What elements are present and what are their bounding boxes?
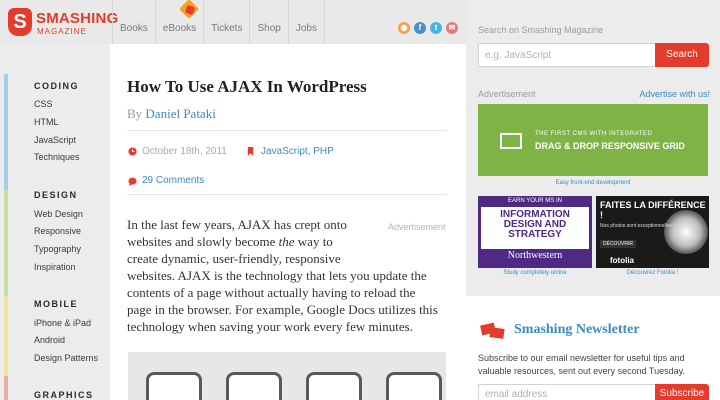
body-line: contents of a page without actually havi… (127, 285, 416, 300)
sidebar-item-design-patterns[interactable]: Design Patterns (34, 353, 98, 363)
advertise-link[interactable]: Advertise with us! (639, 89, 710, 99)
logo-name: SMASHING (36, 10, 119, 27)
design-stripe (4, 190, 8, 296)
category-sidebar: CODING CSS HTML JavaScript Techniques DE… (0, 44, 110, 400)
nw-banner-mid: INFORMATION DESIGN AND STRATEGY (481, 207, 589, 249)
article-date: October 18th, 2011 (142, 146, 227, 157)
sidebar-item-android[interactable]: Android (34, 335, 65, 345)
sidebar-item-inspiration[interactable]: Inspiration (34, 262, 76, 272)
rss-icon[interactable]: ◉ (398, 22, 410, 34)
mobile-stripe (4, 296, 8, 376)
graphics-stripe (4, 376, 8, 400)
newsletter-box: Smashing Newsletter Subscribe to our ema… (466, 296, 720, 400)
smashing-logo[interactable]: S SMASHING MAGAZINE (8, 8, 118, 40)
nav-shop[interactable]: Shop (249, 0, 287, 44)
sidebar-item-css[interactable]: CSS (34, 99, 53, 109)
sidebar-item-javascript[interactable]: JavaScript (34, 135, 76, 145)
fotolia-banner-ad[interactable]: FAITES LA DIFFÉRENCE ! Nos photos sont e… (596, 196, 709, 268)
email-icon[interactable]: ✉ (446, 22, 458, 34)
comment-icon (128, 177, 137, 186)
search-input[interactable]: e.g. JavaScript (478, 43, 656, 67)
illustration-block (226, 372, 282, 400)
search-label: Search on Smashing Magazine (478, 25, 604, 35)
cms-banner-caption[interactable]: Easy front-end development (478, 180, 708, 186)
illustration-block (306, 372, 362, 400)
article-tags[interactable]: JavaScript, PHP (261, 146, 334, 157)
article-byline: By Daniel Pataki (127, 106, 216, 122)
group-title-coding[interactable]: CODING (34, 81, 79, 91)
fotolia-headline: FAITES LA DIFFÉRENCE ! (600, 200, 706, 220)
cms-banner-ad[interactable]: THE FIRST CMS WITH INTEGRATED DRAG & DRO… (478, 104, 708, 176)
author-link[interactable]: Daniel Pataki (145, 106, 215, 121)
northwestern-banner-ad[interactable]: EARN YOUR MS IN INFORMATION DESIGN AND S… (478, 196, 592, 268)
fotolia-sub: Nos photos sont exceptionnelles ! (600, 223, 675, 229)
article-title: How To Use AJAX In WordPress (127, 77, 367, 96)
newsletter-description: Subscribe to our email newsletter for us… (478, 353, 685, 376)
body-line: websites and slowly become the way to (127, 234, 333, 249)
body-line: websites. AJAX is the technology that le… (127, 268, 427, 283)
group-title-design[interactable]: DESIGN (34, 190, 78, 200)
ad-label: Advertisement (478, 89, 536, 99)
nw-banner-top: EARN YOUR MS IN (508, 198, 562, 204)
article-body: In the last few years, AJAX has crept on… (127, 216, 451, 335)
sidebar-item-techniques[interactable]: Techniques (34, 152, 80, 162)
nav-tickets[interactable]: Tickets (203, 0, 249, 44)
nav-jobs[interactable]: Jobs (287, 0, 325, 44)
sidebar-item-responsive[interactable]: Responsive (34, 226, 81, 236)
sidebar-item-typography[interactable]: Typography (34, 244, 81, 254)
comments-link[interactable]: 29 Comments (142, 175, 204, 186)
byline-prefix: By (127, 106, 143, 121)
sidebar-item-html[interactable]: HTML (34, 117, 59, 127)
fotolia-brand: fotolia (610, 256, 634, 265)
article-illustration (128, 352, 446, 400)
group-title-graphics[interactable]: GRAPHICS (34, 390, 94, 400)
cms-banner-big: DRAG & DROP RESPONSIVE GRID (535, 141, 685, 151)
bookmark-icon (247, 147, 254, 156)
cms-grid-icon (500, 133, 522, 149)
illustration-block (386, 372, 442, 400)
twitter-icon[interactable]: t (430, 22, 442, 34)
main-nav: Books eBooks Tickets Shop Jobs (112, 0, 325, 44)
subscribe-button[interactable]: Subscribe (655, 384, 709, 400)
fotolia-discover-button[interactable]: DÉCOUVRIR (600, 240, 637, 248)
article-main: How To Use AJAX In WordPress By Daniel P… (110, 44, 466, 400)
nav-books[interactable]: Books (112, 0, 155, 44)
facebook-icon[interactable]: f (414, 22, 426, 34)
search-button[interactable]: Search (655, 43, 709, 67)
clock-icon (128, 147, 137, 156)
social-links: ◉ f t ✉ (398, 22, 458, 34)
fotolia-banner-caption[interactable]: Découvrez Fotolia ! (596, 270, 709, 276)
body-line: technology when saving your work every f… (127, 319, 413, 334)
body-line: create dynamic, user-friendly, responsiv… (127, 251, 341, 266)
sidebar-item-web-design[interactable]: Web Design (34, 209, 83, 219)
group-title-mobile[interactable]: MOBILE (34, 299, 78, 309)
illustration-block (146, 372, 202, 400)
newsletter-email-input[interactable]: email address (478, 384, 656, 400)
cms-banner-small: THE FIRST CMS WITH INTEGRATED (535, 131, 653, 137)
envelope-icon (480, 322, 505, 339)
body-line: page in the browser. For example, Google… (127, 302, 438, 317)
divider-2 (127, 194, 447, 195)
logo-subtitle: MAGAZINE (37, 27, 87, 36)
nw-banner-bot: Northwestern (507, 250, 563, 261)
nw-banner-caption[interactable]: Study completely online (478, 270, 592, 276)
logo-letter: S (8, 8, 32, 36)
body-line: In the last few years, AJAX has crept on… (127, 217, 347, 232)
coding-stripe (4, 74, 8, 190)
right-sidebar: Search on Smashing Magazine e.g. JavaScr… (466, 0, 720, 400)
sidebar-item-iphone-ipad[interactable]: iPhone & iPad (34, 318, 91, 328)
divider (127, 130, 447, 131)
newsletter-title: Smashing Newsletter (514, 322, 640, 337)
